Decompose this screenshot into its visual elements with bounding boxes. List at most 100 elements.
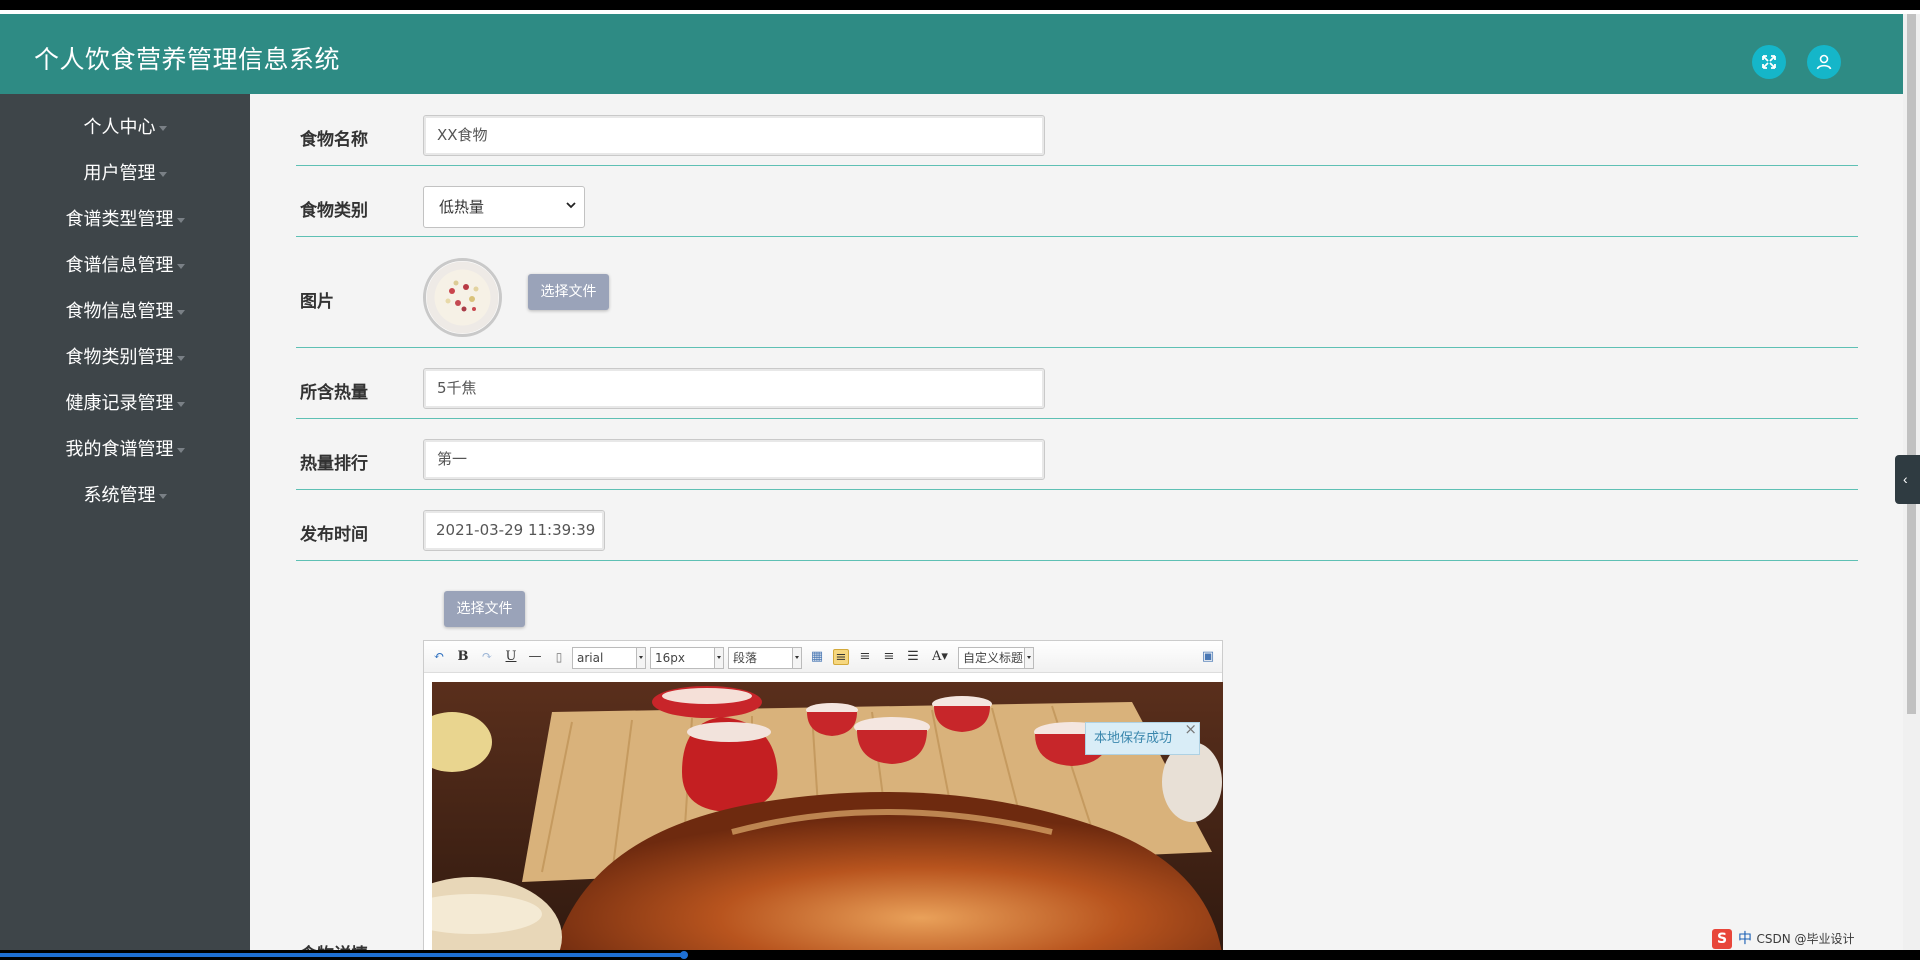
video-progress-bar[interactable] [0,950,1920,960]
food-details-label: 食物详情 [300,940,368,950]
chevron-left-icon: ‹ [1903,471,1908,487]
toast-message: 本地保存成功 [1094,731,1173,746]
progress-handle[interactable] [680,951,688,959]
sidebar-item-food-info[interactable]: 食物信息管理 [0,292,250,332]
sidebar-item-food-categories[interactable]: 食物类别管理 [0,338,250,378]
user-icon [1816,54,1832,70]
fullscreen-button[interactable] [1752,45,1786,79]
calorie-rank-input[interactable]: 第一 [423,439,1045,480]
progress-fill [0,953,684,957]
caret-down-icon [176,263,185,269]
toast-close-icon[interactable]: × [1184,721,1197,737]
app-window: 个人饮食营养管理信息系统 个人中心 用户管理 食谱类型管理 食谱信息管理 食物信… [0,14,1903,950]
row-divider [296,560,1858,561]
sidebar-item-health-records[interactable]: 健康记录管理 [0,384,250,424]
row-divider [296,489,1858,490]
caret-down-icon [176,217,185,223]
align-left-icon[interactable]: ≡ [833,649,849,665]
sidebar-item-recipe-types[interactable]: 食谱类型管理 [0,200,250,240]
watermark-text: CSDN @毕业设计 [1756,932,1855,946]
font-family-select[interactable]: arial [572,647,646,669]
underline-icon[interactable]: U [503,649,519,665]
custom-title-value: 自定义标题 [963,651,1024,665]
food-name-label: 食物名称 [300,130,368,150]
row-divider [296,165,1858,166]
font-color-icon[interactable]: A▾ [929,649,951,665]
sidebar-item-label: 食谱信息管理 [65,255,174,276]
dropdown-arrow-icon [636,648,645,668]
publish-time-input[interactable]: 2021-03-29 11:39:39 [423,510,605,551]
sidebar-item-my-recipes[interactable]: 我的食谱管理 [0,430,250,470]
row-divider [296,236,1858,237]
preview-icon[interactable]: ▣ [1200,649,1216,665]
ime-mode: 中 [1738,931,1752,947]
food-category-label: 食物类别 [300,201,368,221]
row-divider [296,418,1858,419]
ime-indicator: S中 CSDN @毕业设计 [1712,928,1892,950]
caret-down-icon [176,309,185,315]
editor-toolbar: ↶ B ↷ U — ▯ arial 16px 段落 ▦ ≡ ≡ ≡ ☰ A▾ 自… [424,641,1222,673]
caret-down-icon [158,125,167,131]
caret-down-icon [176,355,185,361]
font-size-select[interactable]: 16px [650,647,724,669]
user-button[interactable] [1807,45,1841,79]
sidebar-item-recipe-info[interactable]: 食谱信息管理 [0,246,250,286]
caret-down-icon [176,447,185,453]
caret-down-icon [176,401,185,407]
sidebar-item-label: 个人中心 [83,117,156,138]
sogou-icon: S [1712,929,1732,949]
calories-input[interactable]: 5千焦 [423,368,1045,409]
app-title: 个人饮食营养管理信息系统 [34,45,341,74]
save-success-toast: 本地保存成功 × [1085,721,1200,755]
dropdown-arrow-icon [1024,648,1033,668]
undo-icon[interactable]: ↶ [431,649,447,665]
scrollbar-thumb[interactable] [1907,14,1916,714]
sidebar-item-label: 健康记录管理 [65,393,174,414]
dropdown-arrow-icon [714,648,723,668]
redo-icon[interactable]: ↷ [479,649,495,665]
custom-title-select[interactable]: 自定义标题 [958,647,1034,669]
food-category-value: 低热量 [439,198,485,216]
sidebar-item-personal-center[interactable]: 个人中心 [0,108,250,148]
caret-down-icon [158,171,167,177]
publish-time-label: 发布时间 [300,525,368,545]
font-family-value: arial [577,651,604,665]
document-icon[interactable]: ▯ [551,649,567,665]
dropdown-arrow-icon [792,648,801,668]
paragraph-select[interactable]: 段落 [728,647,802,669]
sidebar-item-users[interactable]: 用户管理 [0,154,250,194]
caret-down-icon [158,493,167,499]
row-divider [296,347,1858,348]
sidebar-item-label: 食物类别管理 [65,347,174,368]
expand-icon [1762,55,1776,69]
image-label: 图片 [300,292,334,312]
editor-content-area[interactable]: 本地保存成功 × [432,682,1223,950]
editor-file-button[interactable]: 选择文件 [444,591,525,627]
font-size-value: 16px [655,651,685,665]
paragraph-value: 段落 [733,651,758,665]
calorie-rank-label: 热量排行 [300,454,368,474]
horizontal-rule-icon[interactable]: — [527,649,543,665]
sidebar-item-label: 食谱类型管理 [65,209,174,230]
food-name-input[interactable]: XX食物 [423,115,1045,156]
sidebar-item-label: 食物信息管理 [65,301,174,322]
align-justify-icon[interactable]: ☰ [905,649,921,665]
app-header: 个人饮食营养管理信息系统 [0,14,1903,94]
sidebar-item-label: 用户管理 [83,163,156,184]
side-panel-toggle[interactable]: ‹ [1895,455,1920,504]
sidebar-item-system[interactable]: 系统管理 [0,476,250,516]
sidebar: 个人中心 用户管理 食谱类型管理 食谱信息管理 食物信息管理 食物类别管理 健康… [0,94,250,950]
align-center-icon[interactable]: ≡ [881,649,897,665]
food-category-select[interactable]: 低热量 [423,186,585,228]
image-file-button[interactable]: 选择文件 [528,274,609,310]
align-right-icon[interactable]: ≡ [857,649,873,665]
food-thumbnail [423,258,502,337]
food-thumbnail-image [426,261,499,334]
calories-label: 所含热量 [300,383,368,403]
form-content: 食物名称 XX食物 食物类别 低热量 图片 选择文件 所含热量 5千焦 热量排行… [250,94,1903,950]
chevron-down-icon [566,202,576,209]
table-icon[interactable]: ▦ [809,649,825,665]
bold-icon[interactable]: B [455,649,471,665]
rich-text-editor: ↶ B ↷ U — ▯ arial 16px 段落 ▦ ≡ ≡ ≡ ☰ A▾ 自… [423,640,1223,950]
sidebar-item-label: 我的食谱管理 [65,439,174,460]
